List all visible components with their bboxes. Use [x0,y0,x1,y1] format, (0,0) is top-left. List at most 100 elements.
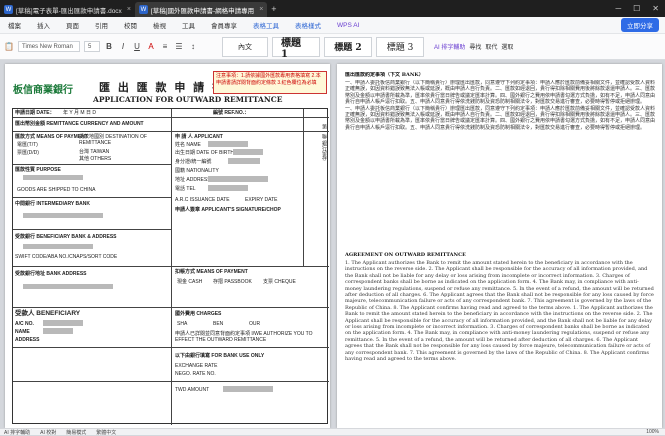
status-bar: AI 排字輔助 AI 校對 簡易模式 繁體中文 100% [0,428,665,436]
underline-icon[interactable]: U [132,42,142,52]
name-label: 姓名 NAME [175,142,201,148]
menu-table-tools[interactable]: 表格工具 [245,20,287,30]
document-tab-2[interactable]: W [草稿]國外匯款申請書-網格申請專用 × [134,2,268,17]
applicant-label: 申 請 人 APPLICANT [175,134,223,140]
document-tab-1[interactable]: W [草稿]電子表單-匯出匯款申請書.docx × [0,2,135,17]
expiry-label: EXPIRY DATE [245,197,278,203]
ribbon-toolbar: 📋 Times New Roman 5 B I U A ≡ ☰ ↕ 內文 標題 … [0,34,665,60]
date-field[interactable]: 年 Y 月 M 日 D [63,110,96,116]
bank-logo: 板信商業銀行 [13,85,73,96]
tt-checkbox[interactable]: 電匯(T/T) [17,142,38,148]
document-page-1: 板信商業銀行 匯 出 匯 款 申 請 書 APPLICATION FOR OUT… [5,64,330,428]
maximize-icon[interactable]: ☐ [633,4,640,13]
twd-amount-label: TWD AMOUNT [175,387,210,393]
form-subtitle: APPLICATION FOR OUTWARD REMITTANCE [93,95,283,104]
paste-icon[interactable]: 📋 [4,42,14,52]
cheque-checkbox[interactable]: 支票 CHEQUE [263,279,296,285]
our-checkbox[interactable]: OUR [249,321,260,327]
close-tab-icon[interactable]: × [259,6,263,13]
terms-english: 1. The Applicant authorizes the Bank to … [345,260,654,363]
id-label: 身分證/統一編號 [175,159,212,165]
account-label: A/C NO. [15,321,34,327]
cash-checkbox[interactable]: 現金 CASH [177,279,202,285]
ship-checkbox[interactable]: GOODS ARE SHIPPED TO CHINA [17,187,95,193]
status-ai-proofread[interactable]: AI 校對 [40,429,56,436]
notice-box: 注意事項：1.請依據國外匯款專用表格填寫 2.本申請書請詳閱背面約定條款 3.紅… [213,71,327,94]
menu-insert[interactable]: 插入 [29,20,58,30]
zoom-level[interactable]: 100% [646,429,665,435]
menu-table-style[interactable]: 表格樣式 [287,20,329,30]
bank-address-label: 受款銀行地址 BANK ADDRESS [15,271,87,277]
word-doc-icon: W [4,5,13,14]
charges-label: 國外費用 CHARGES [175,311,222,317]
means-label: 匯款方式 MEANS OF PAYMENT [15,134,88,140]
nego-rate-label: NEGO. RATE NO. [175,371,216,377]
replace-button[interactable]: 取代 [485,42,497,51]
window-controls: ─ ☐ ✕ [615,4,665,13]
dd-checkbox[interactable]: 票匯(D/D) [17,150,39,156]
address-label: 地址 ADDRESS [175,177,211,183]
terms-heading: 匯出匯款約定事項（下文 BANK） [345,72,424,78]
swift-label: SWIFT CODE/ABA NO./CNAPS/SORT CODE [15,254,118,260]
share-button[interactable]: 立即分享 [621,18,659,32]
menu-member[interactable]: 會員專享 [203,20,245,30]
menu-tools[interactable]: 工具 [174,20,203,30]
phone-label: 電話 TEL [175,186,196,192]
menu-page[interactable]: 頁面 [58,20,87,30]
menu-bar: 檔案 插入 頁面 引用 校閱 檢視 工具 會員專享 表格工具 表格樣式 WPS … [0,17,665,34]
minimize-icon[interactable]: ─ [615,4,621,13]
date-label: 申請日期 DATE： [15,110,55,116]
sha-checkbox[interactable]: SHA [177,321,187,327]
passbook-checkbox[interactable]: 存摺 PASSBOOK [213,279,252,285]
taiwan-checkbox[interactable]: 台灣 TAIWAN [79,149,109,155]
select-button[interactable]: 選取 [501,42,513,51]
purpose-label: 匯款性質 PURPOSE [15,167,61,173]
status-language[interactable]: 繁體中文 [96,429,116,436]
font-color-icon[interactable]: A [146,42,156,52]
remittance-form: 申請日期 DATE： 年 Y 月 M 日 D 編號 REF.NO.： 匯出幣別金… [12,108,329,425]
menu-references[interactable]: 引用 [87,20,116,30]
font-family-select[interactable]: Times New Roman [18,41,80,52]
style-normal[interactable]: 內文 [222,36,268,57]
menu-wps-ai[interactable]: WPS AI [329,22,367,29]
debit-means-label: 扣帳方式 MEANS OF PAYMENT [175,269,248,275]
menu-view[interactable]: 檢視 [145,20,174,30]
beneficiary-address-label: ADDRESS [15,337,40,343]
align-center-icon[interactable]: ☰ [174,42,184,52]
title-bar: W [草稿]電子表單-匯出匯款申請書.docx × W [草稿]國外匯款申請書-網格申… [0,0,665,17]
menu-file[interactable]: 檔案 [0,20,29,30]
close-tab-icon[interactable]: × [127,6,131,13]
bold-icon[interactable]: B [104,42,114,52]
ben-checkbox[interactable]: BEN [213,321,223,327]
ref-label: 編號 REF.NO.： [213,110,250,116]
line-spacing-icon[interactable]: ↕ [188,42,198,52]
font-size-select[interactable]: 5 [84,41,100,52]
nationality-label: 國籍 NATIONALITY [175,168,219,174]
destination-label: 受款地國別 DESTINATION OF REMITTANCE [79,134,147,146]
italic-icon[interactable]: I [118,42,128,52]
exchange-rate-label: EXCHANGE RATE [175,363,218,369]
new-tab-button[interactable]: + [271,4,276,14]
status-ai-format[interactable]: AI 排字輔助 [4,429,30,436]
style-heading-3[interactable]: 標題 3 [376,36,424,57]
form-title: 匯 出 匯 款 申 請 書 [99,81,225,94]
find-button[interactable]: 尋找 [469,42,481,51]
status-simple-mode[interactable]: 簡易模式 [66,429,86,436]
page1-margin-note: 第一聯 銀行留存 [321,124,327,161]
beneficiary-name-label: NAME [15,329,30,335]
word-doc-icon: W [138,5,148,14]
agreement-text: 申請人已詳閱並同意背面約定事項 I/WE AUTHORIZE YOU TO EF… [175,331,313,343]
currency-label: 匯出幣別金額 REMITTANCE CURRENCY AND AMOUNT [15,121,144,127]
align-left-icon[interactable]: ≡ [160,42,170,52]
beneficiary-bank-label: 受款銀行 BENEFICIARY BANK & ADDRESS [15,234,117,240]
birth-label: 出生日期 DATE OF BIRTH [175,150,234,156]
style-heading-2[interactable]: 標題 2 [324,36,372,57]
terms-chinese: 一、申請人委託板信商業銀行（以下簡稱貴行）辦理匯出匯款，同意遵守下列約定事項：申… [345,80,655,131]
ai-write-button[interactable]: AI 排字輔助 [434,42,465,51]
close-window-icon[interactable]: ✕ [652,4,659,13]
document-page-2: 匯出匯款約定事項（下文 BANK） 一、申請人委託板信商業銀行（以下簡稱貴行）辦… [337,64,662,428]
menu-review[interactable]: 校閱 [116,20,145,30]
arc-date-label: A.R.C ISSUANCE DATE [175,197,230,203]
style-heading-1[interactable]: 標題 1 [272,36,320,60]
others-checkbox[interactable]: 其他 OTHERS [79,156,111,162]
